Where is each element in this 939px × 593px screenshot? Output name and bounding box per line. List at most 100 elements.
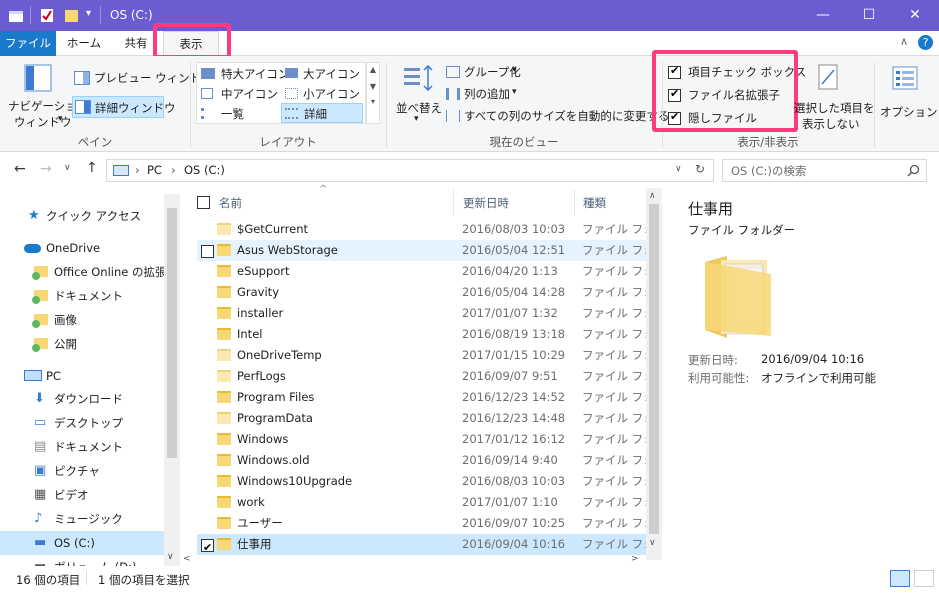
column-header-date[interactable]: 更新日時 bbox=[463, 190, 573, 216]
sort-by-label: 並べ替え bbox=[396, 101, 442, 115]
new-folder-icon[interactable] bbox=[64, 8, 79, 23]
file-row[interactable]: $GetCurrent 2016/08/03 10:03 ファイル フォルダー bbox=[197, 219, 646, 240]
column-header-type[interactable]: 種類 bbox=[583, 190, 643, 216]
nav-pc-item[interactable]: ▤ ドキュメント bbox=[0, 435, 164, 459]
address-bar[interactable]: › PC › OS (C:) ∨ ↻ bbox=[106, 159, 714, 182]
nav-onedrive-item[interactable]: 画像 bbox=[0, 308, 164, 332]
breadcrumb-separator-icon[interactable]: › bbox=[135, 163, 140, 177]
nav-pc-item[interactable]: ▣ ピクチャ bbox=[0, 459, 164, 483]
tab-share[interactable]: 共有 bbox=[114, 31, 158, 56]
nav-pc-item[interactable]: ▬ OS (C:) bbox=[0, 531, 164, 555]
layout-scroll[interactable]: ▲ ▼ ▾ bbox=[366, 62, 380, 124]
nav-pc-item[interactable]: ♪ ミュージック bbox=[0, 507, 164, 531]
close-button[interactable]: ✕ bbox=[892, 0, 938, 31]
file-row[interactable]: Windows.old 2016/09/14 9:40 ファイル フォルダー bbox=[197, 450, 646, 471]
layout-extra-large-icons[interactable]: 特大アイコン bbox=[199, 65, 289, 83]
file-date: 2016/09/14 9:40 bbox=[462, 453, 558, 467]
layout-medium-icons[interactable]: 中アイコン bbox=[199, 85, 281, 103]
recent-locations-dropdown-icon[interactable]: ∨ bbox=[64, 163, 71, 173]
layout-extra-large-label: 特大アイコン bbox=[221, 67, 290, 81]
breadcrumb-pc[interactable]: PC bbox=[147, 163, 162, 177]
up-arrow-icon[interactable]: ↑ bbox=[86, 160, 98, 176]
file-row[interactable]: eSupport 2016/04/20 1:13 ファイル フォルダー bbox=[197, 261, 646, 282]
file-row[interactable]: Windows 2017/01/12 16:12 ファイル フォルダー bbox=[197, 429, 646, 450]
quick-access-toolbar-dropdown-icon[interactable]: ▾ bbox=[86, 8, 91, 19]
layout-list[interactable]: 一覧 bbox=[199, 105, 281, 123]
tab-file[interactable]: ファイル bbox=[0, 31, 56, 56]
hide-selected-items-button[interactable]: 選択した項目を 表示しない bbox=[794, 62, 875, 132]
properties-icon[interactable] bbox=[40, 8, 54, 23]
search-box[interactable]: OS (C:)の検索 bbox=[722, 159, 927, 182]
nav-scrollbar[interactable]: ∨ bbox=[164, 194, 180, 566]
file-row[interactable]: Asus WebStorage 2016/05/04 12:51 ファイル フォルダ… bbox=[197, 240, 646, 261]
folder-icon bbox=[217, 265, 231, 277]
file-list-scrollbar[interactable]: ∧ ∨ bbox=[646, 188, 662, 560]
list-scroll-up-icon[interactable]: ∧ bbox=[649, 191, 656, 201]
file-row[interactable]: Windows10Upgrade 2016/08/03 10:03 ファイル フォル… bbox=[197, 471, 646, 492]
back-arrow-icon[interactable]: ← bbox=[14, 161, 26, 177]
minimize-button[interactable]: — bbox=[800, 0, 846, 31]
nav-pc[interactable]: PC bbox=[0, 364, 164, 388]
nav-pc-item[interactable]: ⬇ ダウンロード bbox=[0, 387, 164, 411]
sync-status-icon bbox=[32, 320, 40, 328]
maximize-button[interactable]: ☐ bbox=[846, 0, 892, 31]
layout-medium-label: 中アイコン bbox=[221, 87, 278, 101]
preview-type: ファイル フォルダー bbox=[688, 223, 796, 237]
show-hide-highlight bbox=[652, 50, 798, 132]
sort-by-button[interactable]: 並べ替え ▾ bbox=[392, 62, 442, 132]
row-checkbox[interactable] bbox=[201, 537, 214, 558]
file-row[interactable]: installer 2017/01/07 1:32 ファイル フォルダー bbox=[197, 303, 646, 324]
nav-quick-access[interactable]: ★ クイック アクセス bbox=[0, 204, 164, 228]
row-checkbox[interactable] bbox=[201, 245, 214, 258]
file-row[interactable]: PerfLogs 2016/09/07 9:51 ファイル フォルダー bbox=[197, 366, 646, 387]
file-row[interactable]: 仕事用 2016/09/04 10:16 ファイル フォルダー bbox=[197, 534, 646, 558]
breadcrumb-drive[interactable]: OS (C:) bbox=[184, 163, 225, 177]
address-dropdown-icon[interactable]: ∨ bbox=[675, 164, 682, 174]
options-button[interactable]: オプション bbox=[878, 62, 938, 132]
nav-pc-item[interactable]: ▦ ビデオ bbox=[0, 483, 164, 507]
file-row[interactable]: ProgramData 2016/12/23 14:48 ファイル フォルダー bbox=[197, 408, 646, 429]
details-pane-button[interactable]: 詳細ウィンドウ bbox=[72, 96, 176, 118]
file-row[interactable]: ユーザー 2016/09/07 10:25 ファイル フォルダー bbox=[197, 513, 646, 534]
large-icons-view-toggle-icon[interactable] bbox=[914, 570, 934, 587]
title-bar: ▾ OS (C:) — ☐ ✕ bbox=[0, 0, 939, 31]
nav-pc-item[interactable]: ▭ デスクトップ bbox=[0, 411, 164, 435]
file-row[interactable]: Gravity 2016/05/04 14:28 ファイル フォルダー bbox=[197, 282, 646, 303]
layout-small-icons[interactable]: 小アイコン bbox=[283, 85, 365, 103]
file-date: 2017/01/12 16:12 bbox=[462, 432, 566, 446]
nav-onedrive-item[interactable]: Office Online の拡張 bbox=[0, 260, 164, 284]
select-all-checkbox[interactable] bbox=[197, 196, 210, 209]
nav-scroll-down-icon[interactable]: ∨ bbox=[167, 552, 174, 562]
details-pane: 仕事用 ファイル フォルダー 更新日時: 2016/09/04 10:16 利用… bbox=[663, 188, 939, 566]
nav-onedrive-item[interactable]: ドキュメント bbox=[0, 284, 164, 308]
group-by-icon bbox=[446, 66, 460, 78]
file-row[interactable]: Program Files 2016/12/23 14:52 ファイル フォルダー bbox=[197, 387, 646, 408]
availability-label: 利用可能性: bbox=[688, 371, 750, 385]
list-scroll-down-icon[interactable]: ∨ bbox=[649, 538, 656, 548]
file-row[interactable]: OneDriveTemp 2017/01/15 10:29 ファイル フォルダー bbox=[197, 345, 646, 366]
search-icon[interactable] bbox=[907, 164, 920, 177]
nav-scrollbar-thumb[interactable] bbox=[167, 208, 177, 458]
navigation-pane-button[interactable]: ナビゲーション ウィンドウ ▾ bbox=[6, 62, 88, 132]
column-header-name[interactable]: 名前 bbox=[219, 190, 449, 216]
forward-arrow-icon[interactable]: → bbox=[40, 161, 52, 177]
extra-large-icons-icon bbox=[201, 68, 215, 79]
file-row[interactable]: Intel 2016/08/19 13:18 ファイル フォルダー bbox=[197, 324, 646, 345]
sort-by-icon bbox=[404, 64, 433, 92]
breadcrumb-separator-icon[interactable]: › bbox=[171, 163, 176, 177]
file-row[interactable]: work 2017/01/07 1:10 ファイル フォルダー bbox=[197, 492, 646, 513]
folder-icon bbox=[217, 433, 231, 445]
list-scrollbar-thumb[interactable] bbox=[649, 204, 659, 534]
collapse-ribbon-icon[interactable]: ∧ bbox=[900, 35, 908, 48]
size-all-columns-icon bbox=[446, 110, 460, 122]
tab-home[interactable]: ホーム bbox=[62, 31, 106, 56]
layout-details[interactable]: 詳細 bbox=[281, 103, 363, 123]
refresh-icon[interactable]: ↻ bbox=[695, 162, 705, 176]
file-type: ファイル フォルダー bbox=[582, 432, 646, 446]
nav-onedrive[interactable]: OneDrive bbox=[0, 236, 164, 260]
layout-large-icons[interactable]: 大アイコン bbox=[283, 65, 365, 83]
nav-quick-access-label: クイック アクセス bbox=[46, 209, 142, 223]
nav-onedrive-item[interactable]: 公開 bbox=[0, 332, 164, 356]
help-icon[interactable]: ? bbox=[918, 35, 933, 50]
details-view-toggle-icon[interactable] bbox=[890, 570, 910, 587]
